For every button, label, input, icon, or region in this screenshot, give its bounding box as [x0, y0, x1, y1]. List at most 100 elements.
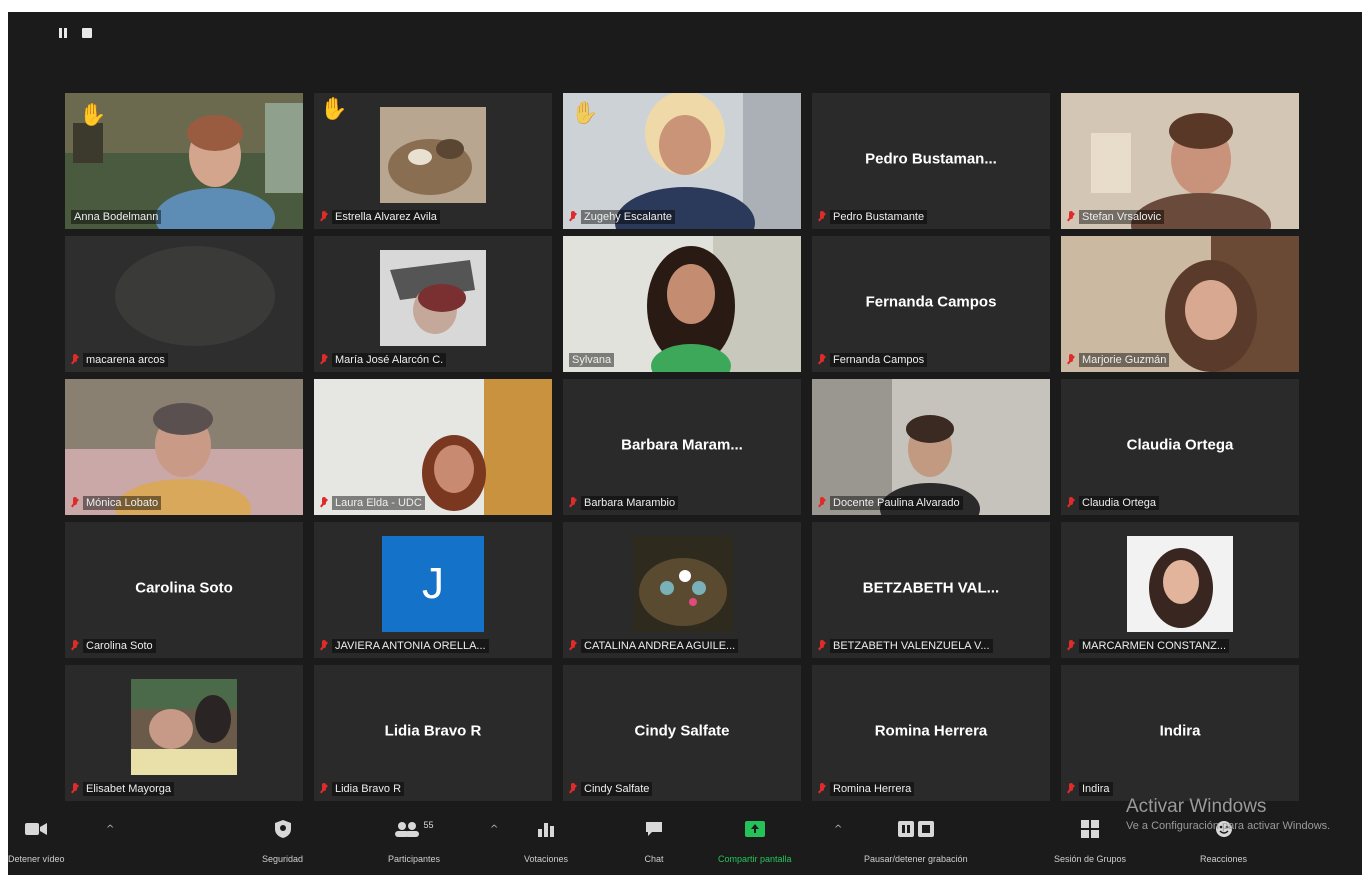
participant-video [314, 379, 552, 515]
participant-tile[interactable]: CATALINA ANDREA AGUILE... [563, 522, 801, 658]
participant-tile[interactable]: Stefan Vrsalovic [1061, 93, 1299, 229]
pause-recording-button[interactable]: Pausar/detener grabación [864, 818, 968, 864]
muted-mic-icon [320, 497, 328, 509]
muted-mic-icon [818, 783, 826, 795]
muted-mic-icon [818, 211, 826, 223]
grid-icon [1076, 818, 1104, 840]
participant-tile[interactable]: Fernanda Campos Fernanda Campos [812, 236, 1050, 372]
participant-tile[interactable]: Sylvana [563, 236, 801, 372]
participant-tile[interactable]: Indira Indira [1061, 665, 1299, 801]
participant-tile[interactable]: Mónica Lobato [65, 379, 303, 515]
participant-tile[interactable]: Docente Paulina Alvarado [812, 379, 1050, 515]
avatar: J [382, 536, 484, 632]
profile-picture [131, 679, 237, 775]
participant-video [563, 236, 801, 372]
participants-icon: 55 [384, 818, 444, 840]
muted-mic-icon [569, 211, 577, 223]
recording-controls [58, 28, 92, 38]
participant-name: Cindy Salfate [569, 782, 653, 796]
participant-tile[interactable]: ✋ Zugehy Escalante [563, 93, 801, 229]
participants-options-caret-icon[interactable]: ^ [490, 824, 498, 835]
chat-button[interactable]: Chat [640, 818, 668, 864]
muted-mic-icon [320, 640, 328, 652]
participant-name: Marjorie Guzmán [1067, 353, 1170, 367]
participant-display-name: Claudia Ortega [1126, 436, 1234, 454]
profile-picture [633, 536, 733, 632]
participant-name: Docente Paulina Alvarado [818, 496, 963, 510]
participants-button[interactable]: 55 Participantes [384, 818, 444, 864]
muted-mic-icon [818, 497, 826, 509]
share-screen-button[interactable]: Compartir pantalla [718, 818, 792, 864]
participant-tile[interactable]: J JAVIERA ANTONIA ORELLA... [314, 522, 552, 658]
participant-name: Carolina Soto [71, 639, 156, 653]
participant-tile[interactable]: Claudia Ortega Claudia Ortega [1061, 379, 1299, 515]
participant-name: María José Alarcón C. [320, 353, 447, 367]
participant-name: Estrella Alvarez Avila [320, 210, 440, 224]
raised-hand-icon: ✋ [320, 97, 348, 122]
participant-name: Barbara Marambio [569, 496, 679, 510]
muted-mic-icon [1067, 211, 1075, 223]
share-screen-icon [741, 818, 769, 840]
participant-display-name: Pedro Bustaman... [865, 150, 997, 168]
participants-count: 55 [423, 820, 434, 830]
video-options-caret-icon[interactable]: ^ [106, 824, 114, 835]
participant-tile[interactable]: Romina Herrera Romina Herrera [812, 665, 1050, 801]
muted-mic-icon [320, 354, 328, 366]
muted-mic-icon [71, 354, 79, 366]
participant-name: Laura Elda - UDC [320, 496, 425, 510]
participant-tile[interactable]: Elisabet Mayorga [65, 665, 303, 801]
participant-video [812, 379, 1050, 515]
participant-tile[interactable]: Lidia Bravo R Lidia Bravo R [314, 665, 552, 801]
pause-stop-recording-icon [896, 818, 936, 840]
participant-name: Stefan Vrsalovic [1067, 210, 1165, 224]
participant-name: Anna Bodelmann [71, 210, 162, 224]
participant-tile[interactable]: Pedro Bustaman... Pedro Bustamante [812, 93, 1050, 229]
participant-name: Indira [1067, 782, 1113, 796]
participant-tile[interactable]: MARCARMEN CONSTANZ... [1061, 522, 1299, 658]
participant-display-name: Carolina Soto [135, 579, 233, 597]
participant-tile[interactable]: macarena arcos [65, 236, 303, 372]
bar-chart-icon [532, 818, 560, 840]
participant-name: Fernanda Campos [818, 353, 928, 367]
participant-name: Lidia Bravo R [320, 782, 405, 796]
participant-video [1061, 236, 1299, 372]
participant-name: Romina Herrera [818, 782, 915, 796]
participant-tile[interactable]: ✋ Estrella Alvarez Avila [314, 93, 552, 229]
participant-display-name: Cindy Salfate [634, 722, 730, 740]
participant-tile[interactable]: Laura Elda - UDC [314, 379, 552, 515]
participant-name: Mónica Lobato [71, 496, 162, 510]
polls-button[interactable]: Votaciones [524, 818, 568, 864]
breakout-rooms-button[interactable]: Sesión de Grupos [1054, 818, 1126, 864]
participant-video [1061, 93, 1299, 229]
share-options-caret-icon[interactable]: ^ [834, 824, 842, 835]
participant-tile[interactable]: María José Alarcón C. [314, 236, 552, 372]
participant-tile[interactable]: Marjorie Guzmán [1061, 236, 1299, 372]
participant-name: JAVIERA ANTONIA ORELLA... [320, 639, 489, 653]
muted-mic-icon [71, 783, 79, 795]
muted-mic-icon [1067, 354, 1075, 366]
stop-video-button[interactable]: Detener vídeo [8, 818, 65, 864]
participant-display-name: Romina Herrera [874, 722, 988, 740]
participant-video [65, 236, 303, 372]
muted-mic-icon [320, 211, 328, 223]
muted-mic-icon [1067, 783, 1075, 795]
participant-name: macarena arcos [71, 353, 168, 367]
muted-mic-icon [71, 640, 79, 652]
participant-name: Elisabet Mayorga [71, 782, 174, 796]
participant-name: Claudia Ortega [1067, 496, 1159, 510]
muted-mic-icon [320, 783, 328, 795]
participant-tile[interactable]: Barbara Maram... Barbara Marambio [563, 379, 801, 515]
muted-mic-icon [569, 783, 577, 795]
muted-mic-icon [569, 497, 577, 509]
stop-recording-icon[interactable] [82, 28, 92, 38]
security-button[interactable]: Seguridad [262, 818, 303, 864]
muted-mic-icon [1067, 640, 1075, 652]
participant-name: MARCARMEN CONSTANZ... [1067, 639, 1230, 653]
participant-tile[interactable]: Carolina Soto Carolina Soto [65, 522, 303, 658]
participant-video [563, 93, 801, 229]
participant-video [65, 379, 303, 515]
pause-recording-icon[interactable] [58, 28, 68, 38]
participant-tile[interactable]: ✋ Anna Bodelmann [65, 93, 303, 229]
participant-tile[interactable]: BETZABETH VAL... BETZABETH VALENZUELA V.… [812, 522, 1050, 658]
participant-tile[interactable]: Cindy Salfate Cindy Salfate [563, 665, 801, 801]
